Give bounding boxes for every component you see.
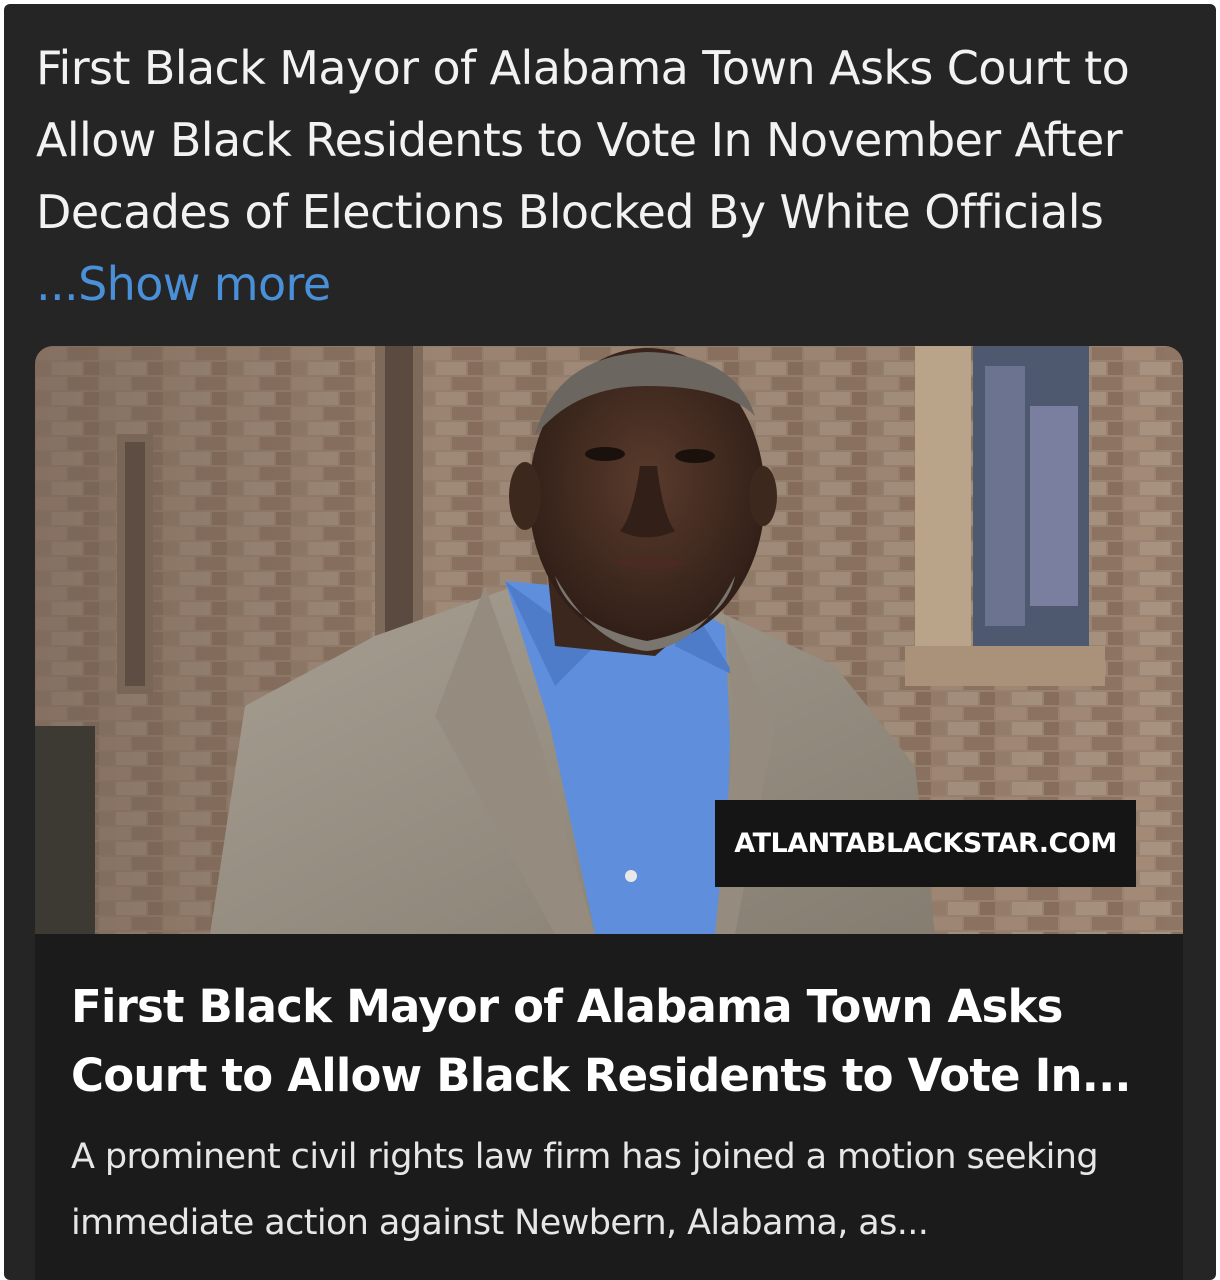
link-preview-card[interactable]: ATLANTABLACKSTAR.COM First Black Mayor o… bbox=[35, 346, 1183, 1280]
card-description: A prominent civil rights law firm has jo… bbox=[71, 1137, 1099, 1243]
card-title[interactable]: First Black Mayor of Alabama Town Asks C… bbox=[71, 972, 1141, 1110]
post-text-block: First Black Mayor of Alabama Town Asks C… bbox=[36, 32, 1196, 320]
post-container: First Black Mayor of Alabama Town Asks C… bbox=[4, 4, 1216, 1280]
source-badge: ATLANTABLACKSTAR.COM bbox=[715, 800, 1136, 887]
post-text: First Black Mayor of Alabama Town Asks C… bbox=[36, 41, 1130, 239]
show-more-link[interactable]: ...Show more bbox=[36, 248, 1196, 320]
